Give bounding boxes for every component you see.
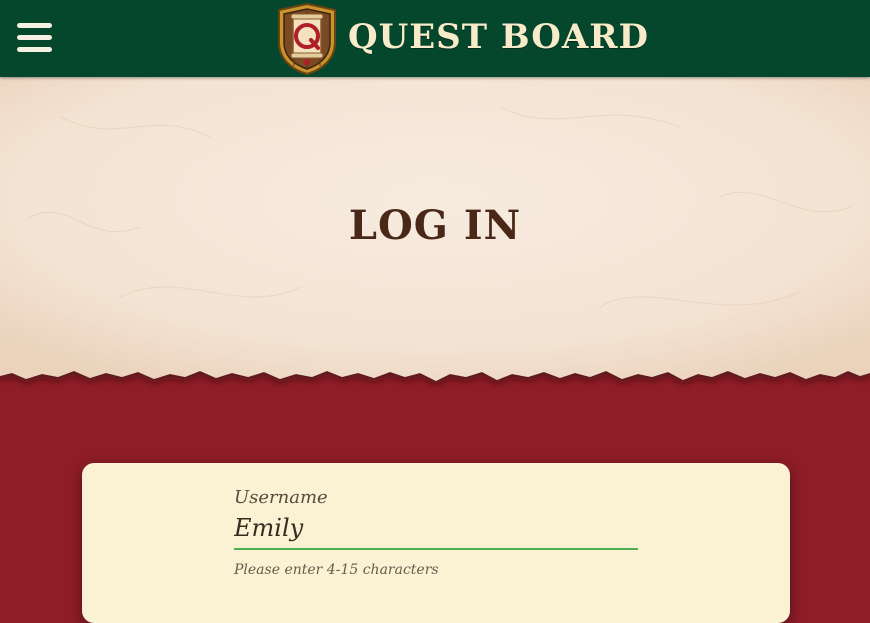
page-title: LOG IN [348, 202, 522, 249]
brand-title: QUEST BOARD [348, 16, 649, 57]
username-label: Username [234, 487, 328, 508]
quest-board-shield-logo [278, 2, 336, 75]
menu-bar-bottom [17, 47, 52, 52]
top-navigation-bar: QUEST BOARD [0, 0, 870, 77]
username-hint: Please enter 4-15 characters [234, 562, 439, 578]
home-brand-link[interactable]: QUEST BOARD [274, 0, 649, 77]
login-card: Username Please enter 4-15 characters [82, 463, 790, 623]
username-field-group: Username Please enter 4-15 characters [234, 487, 638, 578]
username-input[interactable] [234, 512, 638, 550]
menu-bar-middle [17, 35, 52, 40]
menu-bar-top [17, 23, 52, 28]
hamburger-menu-icon[interactable] [15, 20, 55, 56]
